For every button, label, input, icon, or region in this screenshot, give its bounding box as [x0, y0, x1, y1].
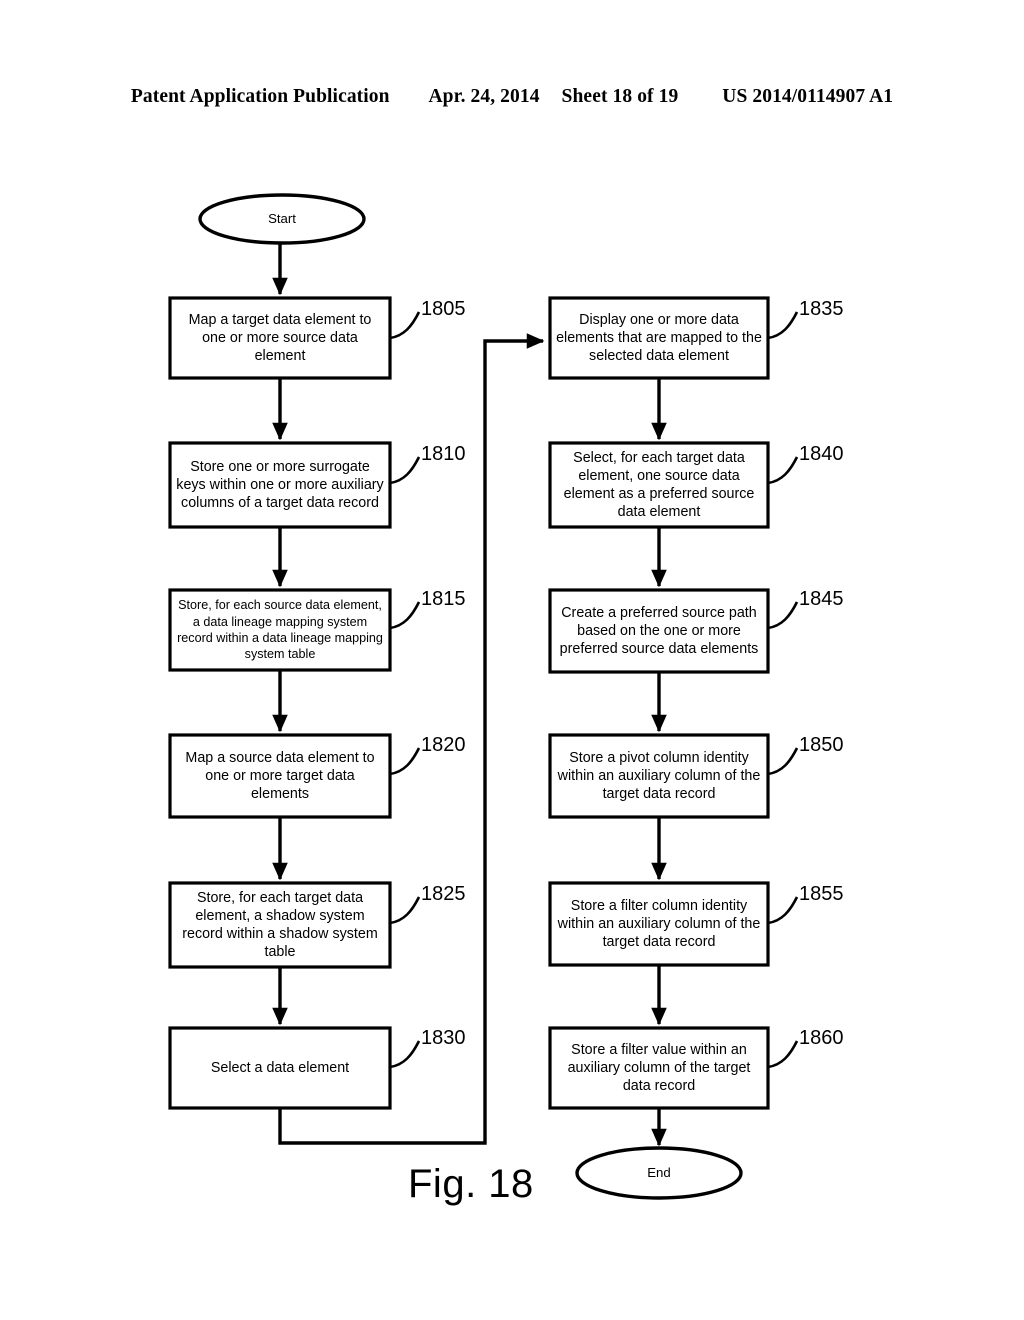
leader-line-1820: [389, 747, 421, 776]
start-terminal-label: Start: [268, 210, 296, 226]
process-box-1820-label: Map a source data element to one or more…: [185, 750, 375, 802]
ref-numeral-1820: 1820: [421, 734, 466, 756]
ref-numeral-1860: 1860: [799, 1027, 844, 1049]
leader-line-1810: [389, 456, 421, 485]
flowchart-diagram: [168, 193, 799, 1200]
ref-numeral-1815: 1815: [421, 588, 466, 610]
process-box-1805-label: Map a target data element to one or more…: [188, 312, 372, 364]
ref-numeral-1810: 1810: [421, 443, 466, 465]
process-box-1830-label: Select a data element: [210, 1060, 350, 1076]
ref-numeral-1850: 1850: [799, 734, 844, 756]
process-box-1855-label: Store a filter column identity within an…: [557, 898, 761, 950]
leader-line-1855: [767, 896, 799, 925]
ref-numeral-1825: 1825: [421, 883, 466, 905]
figure-caption: Fig. 18: [408, 1162, 534, 1206]
leader-line-1850: [767, 747, 799, 776]
leader-line-1830: [389, 1040, 421, 1069]
ref-numeral-1830: 1830: [421, 1027, 466, 1049]
process-box-1835-label: Display one or more data elements that a…: [556, 312, 762, 364]
process-box-1815-label: Store, for each source data element, a d…: [177, 598, 383, 662]
process-box-1860-label: Store a filter value within an auxiliary…: [567, 1042, 751, 1094]
leader-line-1840: [767, 456, 799, 485]
leader-line-1845: [767, 601, 799, 630]
leader-line-1860: [767, 1040, 799, 1069]
ref-numeral-1855: 1855: [799, 883, 844, 905]
leader-line-1815: [389, 601, 421, 630]
process-box-1825-label: Store, for each target data element, a s…: [182, 890, 378, 960]
ref-numeral-1835: 1835: [799, 298, 844, 320]
leader-line-1835: [767, 311, 799, 340]
process-box-1810-label: Store one or more surrogate keys within …: [176, 459, 384, 511]
end-terminal-label: End: [647, 1164, 671, 1180]
ref-numeral-1840: 1840: [799, 443, 844, 465]
process-box-1840-label: Select, for each target data element, on…: [563, 450, 755, 520]
ref-numeral-1845: 1845: [799, 588, 844, 610]
ref-numeral-1805: 1805: [421, 298, 466, 320]
flowchart-figure: Start End Map a target data element to o…: [0, 0, 1024, 1320]
leader-line-1825: [389, 896, 421, 925]
leader-line-1805: [389, 311, 421, 340]
process-box-1850-label: Store a pivot column identity within an …: [557, 750, 761, 802]
process-box-1845-label: Create a preferred source path based on …: [559, 605, 759, 657]
